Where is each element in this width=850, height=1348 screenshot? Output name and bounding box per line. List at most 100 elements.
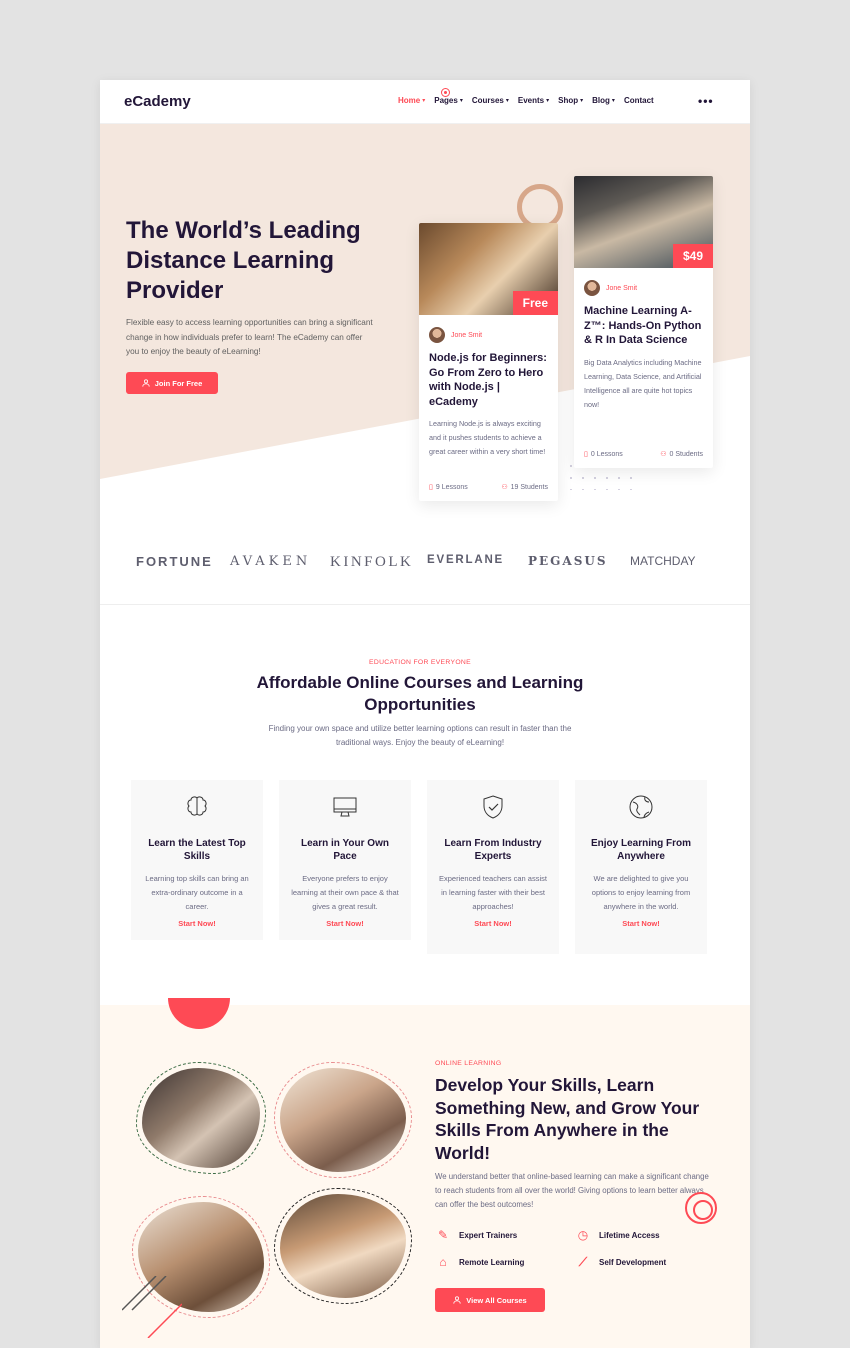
people-icon: ⚇	[660, 451, 667, 458]
view-all-courses-button[interactable]: View All Courses	[435, 1288, 545, 1312]
chevron-down-icon: ▾	[546, 98, 550, 104]
partner-logo-fortune: FORTUNE	[136, 554, 213, 569]
chevron-down-icon: ▾	[611, 98, 615, 104]
partner-logo-kinfolk: KINFOLK	[330, 554, 414, 570]
feature-lifetime-access: ◷ Lifetime Access	[575, 1228, 660, 1242]
menu-item-home[interactable]: Home ▾	[398, 96, 425, 105]
feature-description: Everyone prefers to enjoy learning at th…	[291, 874, 399, 911]
feature-description: Experienced teachers can assist in learn…	[439, 874, 547, 911]
book-icon: ▯	[584, 451, 588, 458]
globe-icon	[629, 795, 653, 819]
clock-icon: ◷	[577, 1228, 589, 1242]
course-image[interactable]: $49	[574, 176, 713, 268]
user-icon	[142, 379, 150, 387]
feature-remote-learning: ⌂ Remote Learning	[435, 1255, 524, 1269]
join-for-free-button[interactable]: Join For Free	[126, 372, 218, 394]
start-now-link[interactable]: Start Now!	[585, 919, 697, 928]
growth-icon: ⟋	[578, 1255, 588, 1269]
feature-description: We are delighted to give you options to …	[591, 874, 691, 911]
decorative-target-circle	[685, 1192, 717, 1224]
partner-logo-matchday: MATCHDAY	[630, 554, 696, 568]
partner-logo-pegasus: PEGASUS	[528, 554, 608, 568]
feature-label: Lifetime Access	[599, 1230, 660, 1240]
menu-item-label: Events	[517, 96, 545, 105]
chevron-down-icon: ▾	[422, 98, 426, 104]
remote-icon: ⌂	[439, 1255, 447, 1269]
price-badge: $49	[672, 244, 713, 268]
start-now-link[interactable]: Start Now!	[289, 919, 401, 928]
menu-item-pages[interactable]: Pages ▾	[434, 96, 463, 105]
button-label: Join For Free	[154, 378, 203, 388]
chevron-down-icon: ▾	[459, 98, 463, 104]
more-options-icon[interactable]: •••	[698, 95, 714, 107]
start-now-link[interactable]: Start Now!	[437, 919, 549, 928]
course-title[interactable]: Machine Learning A-Z™: Hands-On Python &…	[584, 304, 703, 348]
price-badge: Free	[512, 291, 558, 315]
course-description: Learning Node.js is always exciting and …	[429, 419, 546, 456]
feature-title: Enjoy Learning From Anywhere	[590, 838, 691, 862]
logo[interactable]: eCademy	[124, 93, 191, 110]
feature-title: Learn From Industry Experts	[444, 838, 542, 862]
course-title[interactable]: Node.js for Beginners: Go From Zero to H…	[429, 351, 548, 409]
section-title: Develop Your Skills, Learn Something New…	[435, 1075, 700, 1163]
section-title: Affordable Online Courses and Learning O…	[256, 673, 584, 714]
author-name: Jone Smit	[451, 331, 483, 339]
course-meta: ▯ 0 Lessons ⚇ 0 Students	[584, 450, 703, 459]
decorative-lines	[122, 1276, 182, 1338]
hero-description: Flexible easy to access learning opportu…	[126, 318, 373, 356]
course-meta: ▯ 9 Lessons ⚇ 19 Students	[429, 483, 548, 492]
course-author[interactable]: Jone Smit	[429, 327, 548, 343]
feature-label: Expert Trainers	[459, 1230, 518, 1240]
menu-item-courses[interactable]: Courses ▾	[472, 96, 509, 105]
lessons-count: ▯ 9 Lessons	[429, 483, 468, 492]
monitor-icon	[333, 797, 357, 817]
course-image[interactable]: Free	[419, 223, 558, 315]
course-author[interactable]: Jone Smit	[584, 280, 703, 296]
partner-logo-avaken: AVAKEN	[230, 554, 312, 569]
menu-item-label: Blog	[592, 96, 610, 105]
section-eyebrow: EDUCATION FOR EVERYONE	[369, 659, 471, 666]
start-now-link[interactable]: Start Now!	[141, 919, 253, 928]
feature-card: Learn From Industry Experts Experienced …	[427, 780, 559, 954]
course-card[interactable]: $49 Jone Smit Machine Learning A-Z™: Han…	[574, 176, 713, 468]
menu-item-label: Contact	[623, 96, 654, 105]
feature-expert-trainers: ✎ Expert Trainers	[435, 1228, 517, 1242]
lessons-label: 9 Lessons	[435, 483, 468, 491]
top-navbar: eCademy Home ▾ Pages ▾ Courses ▾ Events ▾ Sh…	[100, 80, 750, 124]
students-count: ⚇ 19 Students	[501, 483, 548, 492]
course-description: Big Data Analytics including Machine Lea…	[584, 357, 702, 409]
partner-logos: FORTUNE AVAKEN KINFOLK EVERLANE PEGASUS …	[136, 554, 706, 574]
feature-title: Learn in Your Own Pace	[301, 838, 389, 862]
students-label: 19 Students	[510, 483, 548, 491]
section-description: We understand better that online-based l…	[435, 1172, 709, 1209]
dashed-outline	[136, 1062, 266, 1174]
menu-item-blog[interactable]: Blog ▾	[592, 96, 615, 105]
button-label: View All Courses	[466, 1295, 527, 1305]
trainer-icon: ✎	[437, 1228, 449, 1242]
avatar	[584, 280, 600, 296]
menu-item-contact[interactable]: Contact	[624, 96, 654, 105]
menu-item-events[interactable]: Events ▾	[518, 96, 549, 105]
section-eyebrow: ONLINE LEARNING	[435, 1060, 502, 1067]
hero-title: The World’s Leading Distance Learning Pr…	[126, 217, 361, 304]
people-icon: ⚇	[501, 484, 508, 491]
feature-label: Self Development	[599, 1258, 667, 1267]
feature-card: Enjoy Learning From Anywhere We are deli…	[575, 780, 707, 954]
chevron-down-icon: ▾	[505, 98, 509, 104]
menu-item-label: Pages	[434, 96, 458, 105]
menu-item-shop[interactable]: Shop ▾	[558, 96, 583, 105]
lessons-count: ▯ 0 Lessons	[584, 450, 623, 459]
section-description: Finding your own space and utilize bette…	[268, 724, 572, 747]
author-name: Jone Smit	[606, 284, 638, 292]
course-card[interactable]: Free Jone Smit Node.js for Beginners: Go…	[419, 223, 558, 501]
feature-card: Learn the Latest Top Skills Learning top…	[131, 780, 263, 940]
feature-description: Learning top skills can bring an extra-o…	[145, 874, 249, 911]
book-icon: ▯	[429, 484, 433, 491]
feature-card: Learn in Your Own Pace Everyone prefers …	[279, 780, 411, 940]
chevron-down-icon: ▾	[580, 98, 584, 104]
feature-label: Remote Learning	[459, 1257, 525, 1267]
shield-check-icon	[483, 795, 503, 819]
feature-self-development: ⟋ Self Development	[575, 1255, 666, 1270]
students-label: 0 Students	[669, 450, 703, 458]
brain-icon	[187, 796, 207, 816]
